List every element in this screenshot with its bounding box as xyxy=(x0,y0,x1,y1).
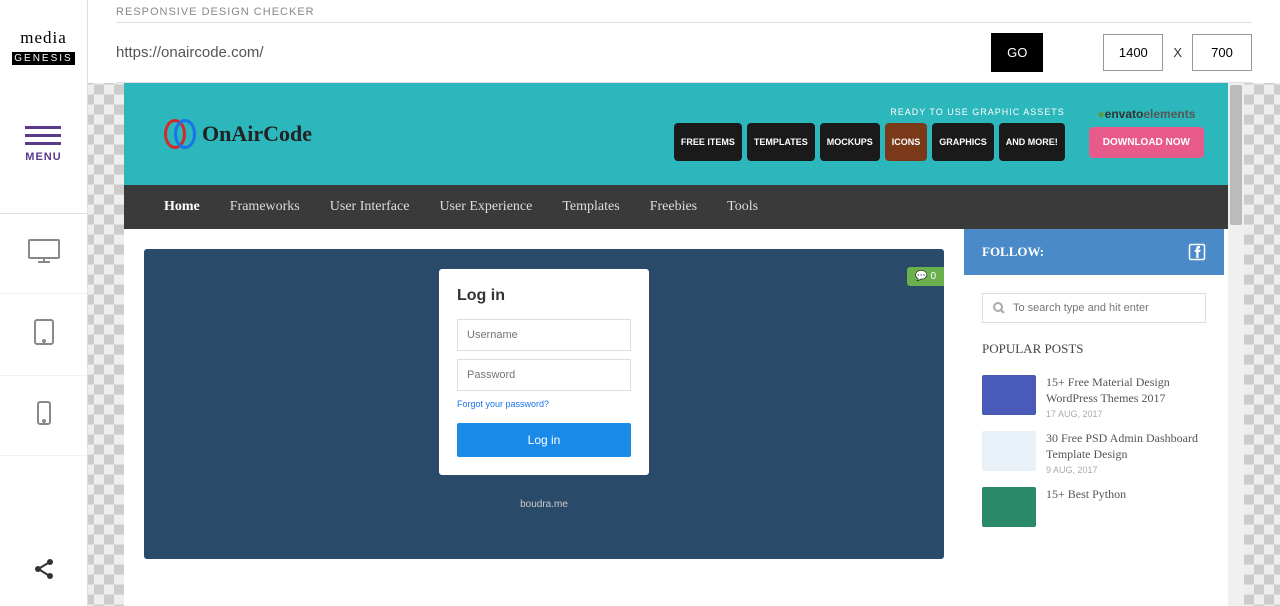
password-field[interactable] xyxy=(457,359,631,391)
top-bar: RESPONSIVE DESIGN CHECKER GO X xyxy=(88,0,1280,83)
site-name: OnAirCode xyxy=(202,121,312,147)
post-title: 30 Free PSD Admin Dashboard Template Des… xyxy=(1046,431,1206,462)
search-icon xyxy=(993,302,1005,314)
post-date: 17 AUG, 2017 xyxy=(1046,409,1206,419)
tile-mockups[interactable]: MOCKUPS xyxy=(820,123,880,161)
main-area: RESPONSIVE DESIGN CHECKER GO X OnAirCode xyxy=(88,0,1280,606)
post-title: 15+ Free Material Design WordPress Theme… xyxy=(1046,375,1206,406)
search-box[interactable] xyxy=(982,293,1206,323)
brand-bottom: GENESIS xyxy=(12,52,74,65)
brand-top: media xyxy=(8,28,79,48)
download-button[interactable]: DOWNLOAD NOW xyxy=(1089,127,1204,158)
viewport-wrapper: OnAirCode READY TO USE GRAPHIC ASSETS FR… xyxy=(88,83,1280,606)
menu-label: MENU xyxy=(25,151,61,163)
tile-free-items[interactable]: FREE ITEMS xyxy=(674,123,742,161)
width-input[interactable] xyxy=(1103,34,1163,71)
forgot-link[interactable]: Forgot your password? xyxy=(457,399,631,409)
login-box: Log in Forgot your password? Log in xyxy=(439,269,649,475)
height-input[interactable] xyxy=(1192,34,1252,71)
url-input[interactable] xyxy=(116,38,981,67)
post-title: 15+ Best Python xyxy=(1046,487,1126,503)
site-logo[interactable]: OnAirCode xyxy=(164,119,312,149)
post-item[interactable]: 15+ Free Material Design WordPress Theme… xyxy=(964,369,1224,425)
login-credit: boudra.me xyxy=(164,499,924,510)
login-title: Log in xyxy=(457,287,631,305)
post-date: 9 AUG, 2017 xyxy=(1046,465,1206,475)
article-column: 💬 0 Log in Forgot your password? Log in … xyxy=(144,229,964,559)
article-card: 💬 0 Log in Forgot your password? Log in … xyxy=(144,249,944,559)
phone-icon[interactable] xyxy=(0,376,87,456)
nav-templates[interactable]: Templates xyxy=(562,199,619,215)
tile-templates[interactable]: TEMPLATES xyxy=(747,123,815,161)
envato-brand: ●envatoelements xyxy=(1089,107,1204,121)
share-icon[interactable] xyxy=(0,537,87,606)
dim-separator: X xyxy=(1173,45,1182,60)
facebook-icon[interactable] xyxy=(1188,243,1206,261)
nav-ui[interactable]: User Interface xyxy=(330,199,410,215)
hamburger-icon xyxy=(25,126,61,145)
tile-more[interactable]: AND MORE! xyxy=(999,123,1065,161)
tool-logo: media GENESIS xyxy=(0,0,87,86)
popular-heading: POPULAR POSTS xyxy=(982,341,1206,357)
post-thumb-icon xyxy=(982,375,1036,415)
post-item[interactable]: 30 Free PSD Admin Dashboard Template Des… xyxy=(964,425,1224,481)
site-header: OnAirCode READY TO USE GRAPHIC ASSETS FR… xyxy=(124,83,1244,185)
tile-graphics[interactable]: GRAPHICS xyxy=(932,123,994,161)
nav-bar: Home Frameworks User Interface User Expe… xyxy=(124,185,1244,229)
follow-bar: FOLLOW: xyxy=(964,229,1224,275)
desktop-icon[interactable] xyxy=(0,214,87,294)
post-thumb-icon xyxy=(982,431,1036,471)
post-thumb-icon xyxy=(982,487,1036,527)
search-input[interactable] xyxy=(1013,302,1195,314)
login-button[interactable]: Log in xyxy=(457,423,631,457)
preview-viewport[interactable]: OnAirCode READY TO USE GRAPHIC ASSETS FR… xyxy=(124,83,1244,606)
assets-label: READY TO USE GRAPHIC ASSETS xyxy=(674,107,1065,117)
sidebar-column: FOLLOW: POPULAR POSTS 15+ Free Material … xyxy=(964,229,1224,559)
username-field[interactable] xyxy=(457,319,631,351)
tool-title: RESPONSIVE DESIGN CHECKER xyxy=(116,6,1252,18)
tile-icons[interactable]: ICONS xyxy=(885,123,928,161)
menu-button[interactable]: MENU xyxy=(25,126,61,163)
tool-sidebar: media GENESIS MENU xyxy=(0,0,88,606)
nav-home[interactable]: Home xyxy=(164,199,200,215)
post-item[interactable]: 15+ Best Python xyxy=(964,481,1224,533)
scrollbar[interactable] xyxy=(1228,83,1244,606)
tablet-icon[interactable] xyxy=(0,294,87,376)
nav-frameworks[interactable]: Frameworks xyxy=(230,199,300,215)
nav-tools[interactable]: Tools xyxy=(727,199,758,215)
go-button[interactable]: GO xyxy=(991,33,1043,72)
follow-label: FOLLOW: xyxy=(982,244,1044,260)
comment-badge[interactable]: 💬 0 xyxy=(907,267,944,286)
nav-freebies[interactable]: Freebies xyxy=(650,199,697,215)
nav-ux[interactable]: User Experience xyxy=(439,199,532,215)
